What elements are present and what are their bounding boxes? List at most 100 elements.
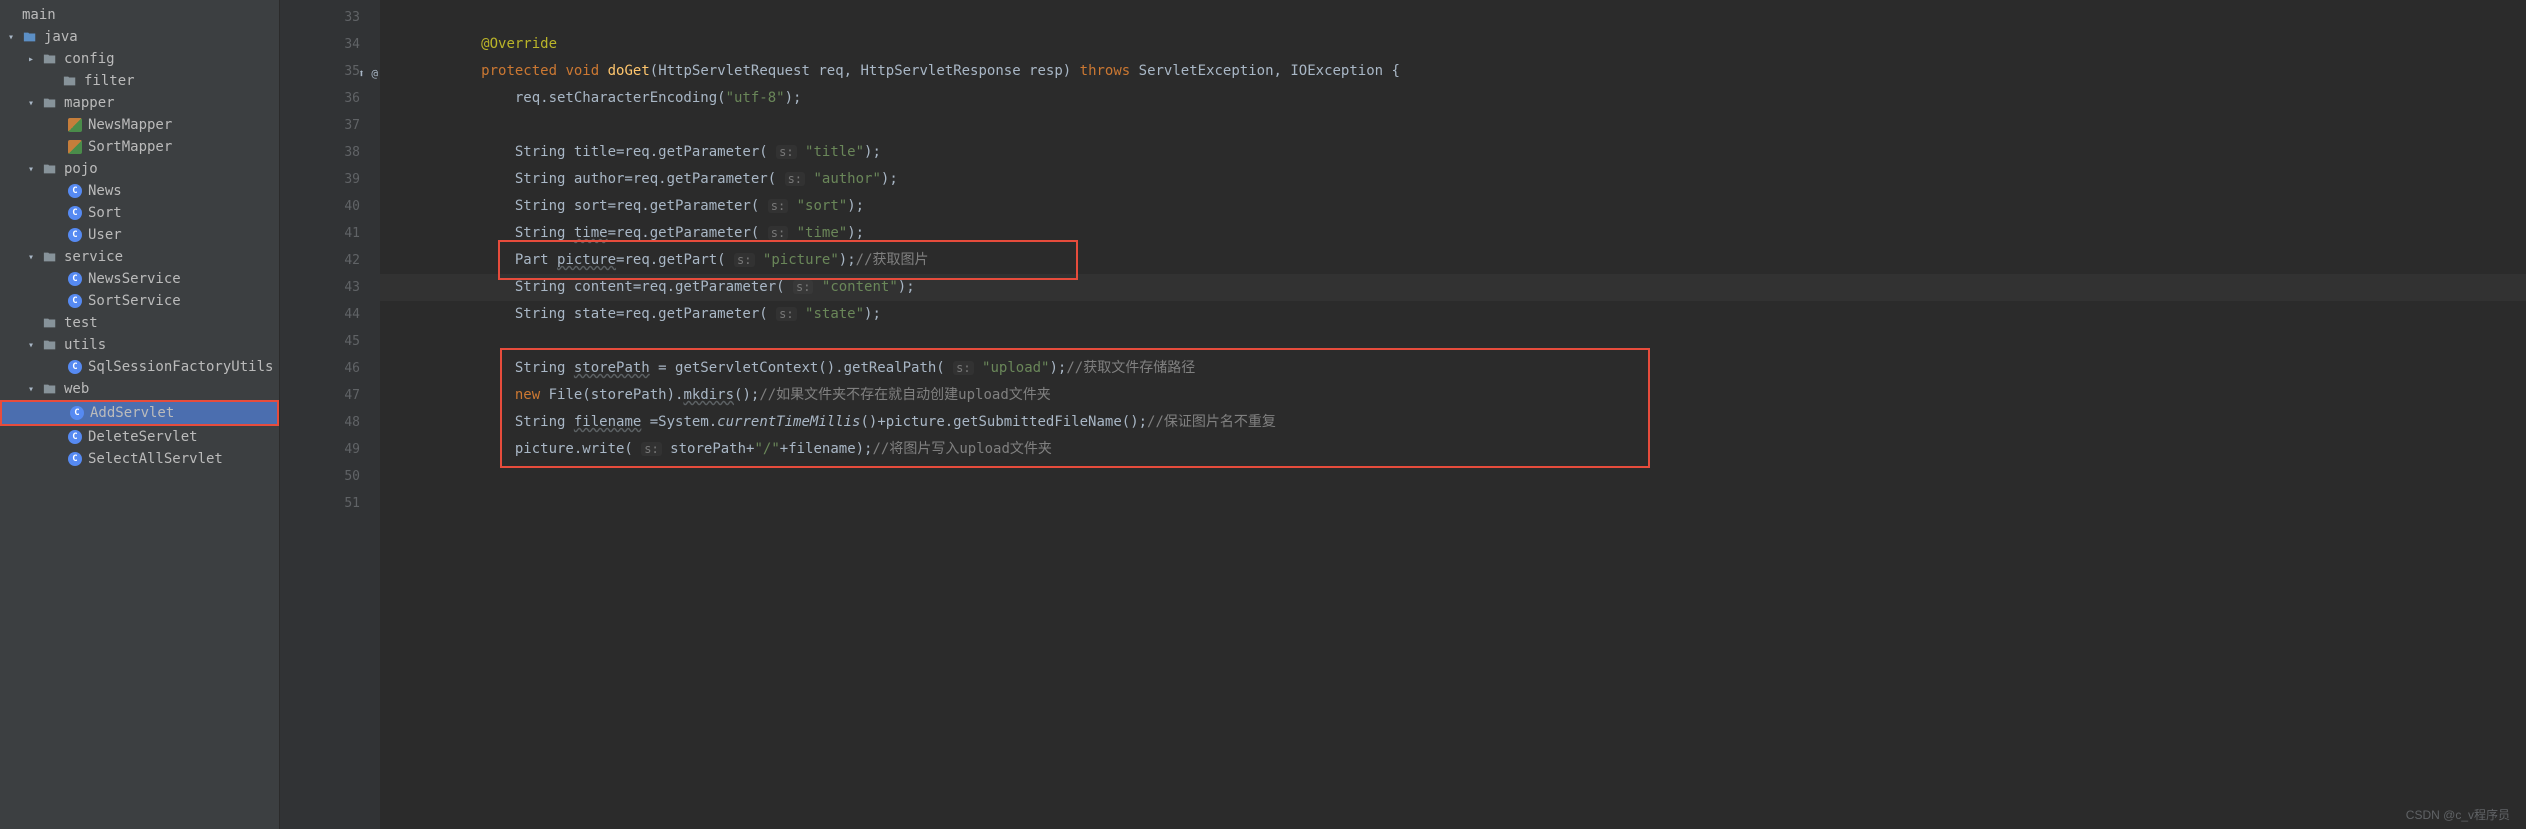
class-icon: C — [68, 360, 82, 374]
chevron-right-icon — [28, 54, 42, 65]
code-line-33 — [380, 4, 2526, 31]
tree-label: utils — [64, 337, 106, 353]
tree-label: AddServlet — [90, 405, 174, 421]
tree-class-deleteservlet[interactable]: C DeleteServlet — [0, 426, 279, 448]
tree-root-main[interactable]: main — [0, 4, 279, 26]
folder-icon — [42, 381, 58, 397]
code-line-51 — [380, 490, 2526, 517]
tree-class-selectallservlet[interactable]: C SelectAllServlet — [0, 448, 279, 470]
code-line-46: String storePath = getServletContext().g… — [380, 355, 2526, 382]
tree-folder-test[interactable]: test — [0, 312, 279, 334]
tree-folder-pojo[interactable]: pojo — [0, 158, 279, 180]
code-line-48: String filename =System.currentTimeMilli… — [380, 409, 2526, 436]
code-line-45 — [380, 328, 2526, 355]
code-line-35: protected void doGet(HttpServletRequest … — [380, 58, 2526, 85]
line-number: 38 — [280, 139, 360, 166]
tree-label: SortMapper — [88, 139, 172, 155]
code-line-39: String author=req.getParameter( s: "auth… — [380, 166, 2526, 193]
code-line-49: picture.write( s: storePath+"/"+filename… — [380, 436, 2526, 463]
line-number: 43 — [280, 274, 360, 301]
code-line-37 — [380, 112, 2526, 139]
tree-folder-web[interactable]: web — [0, 378, 279, 400]
tree-label: SelectAllServlet — [88, 451, 223, 467]
override-gutter-icon[interactable]: ⬆ @ — [358, 60, 378, 87]
tree-folder-mapper[interactable]: mapper — [0, 92, 279, 114]
code-line-50 — [380, 463, 2526, 490]
line-number: 51 — [280, 490, 360, 517]
line-number: 40 — [280, 193, 360, 220]
tree-label: NewsMapper — [88, 117, 172, 133]
tree-class-newsservice[interactable]: C NewsService — [0, 268, 279, 290]
code-line-41: String time=req.getParameter( s: "time")… — [380, 220, 2526, 247]
line-number: 34 — [280, 31, 360, 58]
tree-label: test — [64, 315, 98, 331]
chevron-down-icon — [28, 164, 42, 175]
code-line-47: new File(storePath).mkdirs();//如果文件夹不存在就… — [380, 382, 2526, 409]
tree-folder-service[interactable]: service — [0, 246, 279, 268]
folder-icon — [62, 73, 78, 89]
tree-label: main — [22, 7, 56, 23]
line-number: 45 — [280, 328, 360, 355]
line-number: 42 — [280, 247, 360, 274]
class-icon: C — [68, 452, 82, 466]
chevron-down-icon — [28, 252, 42, 263]
tree-class-sortservice[interactable]: C SortService — [0, 290, 279, 312]
code-editor[interactable]: 33 34 35⬆ @ 36 37 38 39 40 41 42 43 44 4… — [280, 0, 2526, 829]
line-number: 48 — [280, 409, 360, 436]
line-number: 41 — [280, 220, 360, 247]
watermark-text: CSDN @c_v程序员 — [2406, 806, 2510, 823]
line-number: 39 — [280, 166, 360, 193]
tree-class-news[interactable]: C News — [0, 180, 279, 202]
tree-label: service — [64, 249, 123, 265]
tree-folder-config[interactable]: config — [0, 48, 279, 70]
tree-file-sortmapper[interactable]: SortMapper — [0, 136, 279, 158]
tree-label: SqlSessionFactoryUtils — [88, 359, 273, 375]
chevron-down-icon — [28, 98, 42, 109]
code-line-34: @Override — [380, 31, 2526, 58]
tree-file-newsmapper[interactable]: NewsMapper — [0, 114, 279, 136]
class-icon: C — [68, 272, 82, 286]
tree-label: SortService — [88, 293, 181, 309]
project-tree-sidebar[interactable]: main java config filter mapper NewsMappe… — [0, 0, 280, 829]
folder-open-icon — [22, 29, 38, 45]
line-number: 49 — [280, 436, 360, 463]
tree-class-addservlet[interactable]: C AddServlet — [0, 400, 279, 426]
line-number: 47 — [280, 382, 360, 409]
line-number: 46 — [280, 355, 360, 382]
class-icon: C — [68, 228, 82, 242]
tree-class-user[interactable]: C User — [0, 224, 279, 246]
tree-label: User — [88, 227, 122, 243]
tree-folder-utils[interactable]: utils — [0, 334, 279, 356]
code-content[interactable]: @Override protected void doGet(HttpServl… — [380, 0, 2526, 829]
tree-label: Sort — [88, 205, 122, 221]
chevron-down-icon — [28, 340, 42, 351]
code-line-36: req.setCharacterEncoding("utf-8"); — [380, 85, 2526, 112]
folder-icon — [42, 95, 58, 111]
line-number: 37 — [280, 112, 360, 139]
tree-label: config — [64, 51, 115, 67]
code-line-40: String sort=req.getParameter( s: "sort")… — [380, 193, 2526, 220]
line-number: 44 — [280, 301, 360, 328]
line-number: 33 — [280, 4, 360, 31]
tree-class-sort[interactable]: C Sort — [0, 202, 279, 224]
code-line-43: String content=req.getParameter( s: "con… — [380, 274, 2526, 301]
chevron-down-icon — [28, 384, 42, 395]
tree-label: DeleteServlet — [88, 429, 198, 445]
tree-folder-java[interactable]: java — [0, 26, 279, 48]
folder-icon — [42, 337, 58, 353]
tree-label: filter — [84, 73, 135, 89]
tree-label: java — [44, 29, 78, 45]
code-line-38: String title=req.getParameter( s: "title… — [380, 139, 2526, 166]
tree-class-sqlsessionfactoryutils[interactable]: C SqlSessionFactoryUtils — [0, 356, 279, 378]
code-line-44: String state=req.getParameter( s: "state… — [380, 301, 2526, 328]
class-icon: C — [68, 430, 82, 444]
mapper-icon — [68, 140, 82, 154]
code-line-42: Part picture=req.getPart( s: "picture");… — [380, 247, 2526, 274]
mapper-icon — [68, 118, 82, 132]
class-icon: C — [68, 206, 82, 220]
line-number: 50 — [280, 463, 360, 490]
tree-folder-filter[interactable]: filter — [0, 70, 279, 92]
folder-icon — [42, 161, 58, 177]
tree-label: NewsService — [88, 271, 181, 287]
tree-label: web — [64, 381, 89, 397]
